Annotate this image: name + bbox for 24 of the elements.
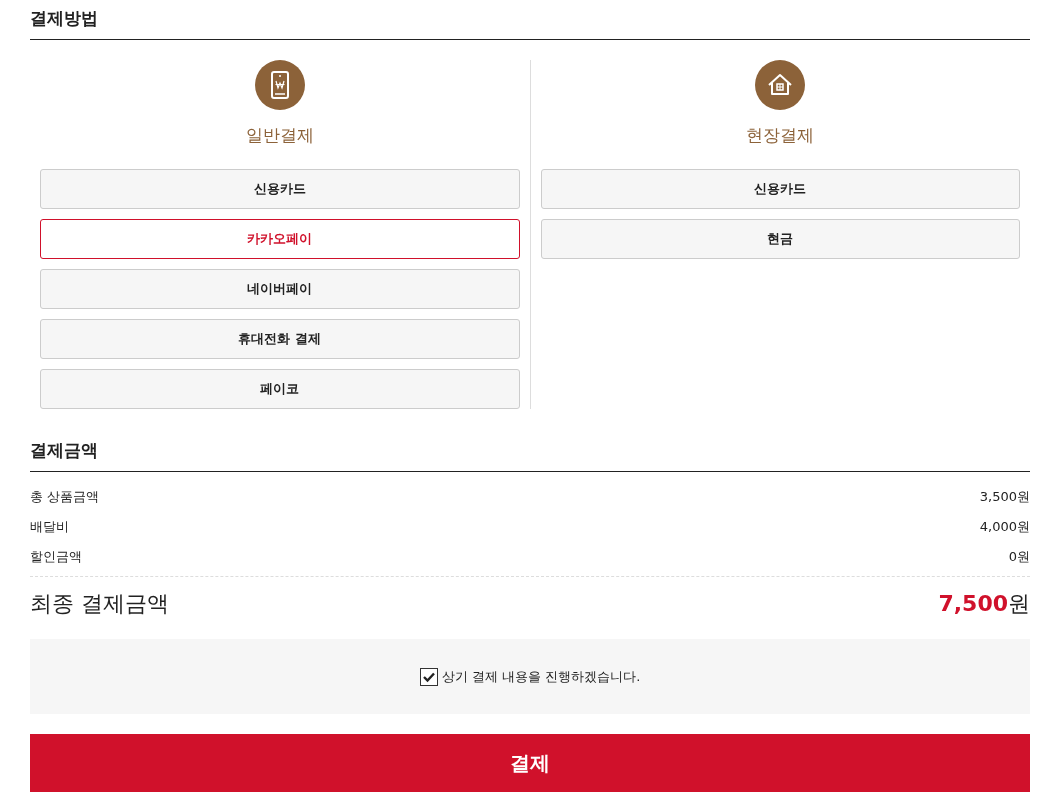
payment-option-button[interactable]: 카카오페이 <box>40 219 520 259</box>
amount-value: 4,000원 <box>979 518 1030 536</box>
payment-option-button[interactable]: 네이버페이 <box>40 269 520 309</box>
payment-option-button[interactable]: 신용카드 <box>40 169 520 209</box>
checkbox[interactable] <box>419 667 438 686</box>
amount-value: 0원 <box>1008 548 1030 566</box>
section-title: 결제방법 <box>30 0 1030 40</box>
amount-label: 할인금액 <box>30 548 82 566</box>
agreement-label: 상기 결제 내용을 진행하겠습니다. <box>441 667 641 686</box>
total-label: 최종 결제금액 <box>30 590 169 618</box>
amount-label: 배달비 <box>30 518 69 536</box>
group-label: 현장결제 <box>746 124 815 147</box>
section-title: 결제금액 <box>30 409 1030 472</box>
group-label: 일반결제 <box>245 124 314 147</box>
payment-option-button[interactable]: 휴대전화 결제 <box>40 319 520 359</box>
amount-label: 총 상품금액 <box>30 488 100 506</box>
payment-option-button[interactable]: 신용카드 <box>540 169 1020 209</box>
phone-icon <box>254 60 305 110</box>
pay-button[interactable]: 결제 <box>30 734 1030 792</box>
amount-value: 3,500원 <box>979 488 1030 506</box>
payment-option-button[interactable]: 페이코 <box>40 369 520 409</box>
payment-option-button[interactable]: 현금 <box>540 219 1020 259</box>
house-icon <box>755 60 806 110</box>
total-value: 7,500원 <box>938 590 1030 618</box>
